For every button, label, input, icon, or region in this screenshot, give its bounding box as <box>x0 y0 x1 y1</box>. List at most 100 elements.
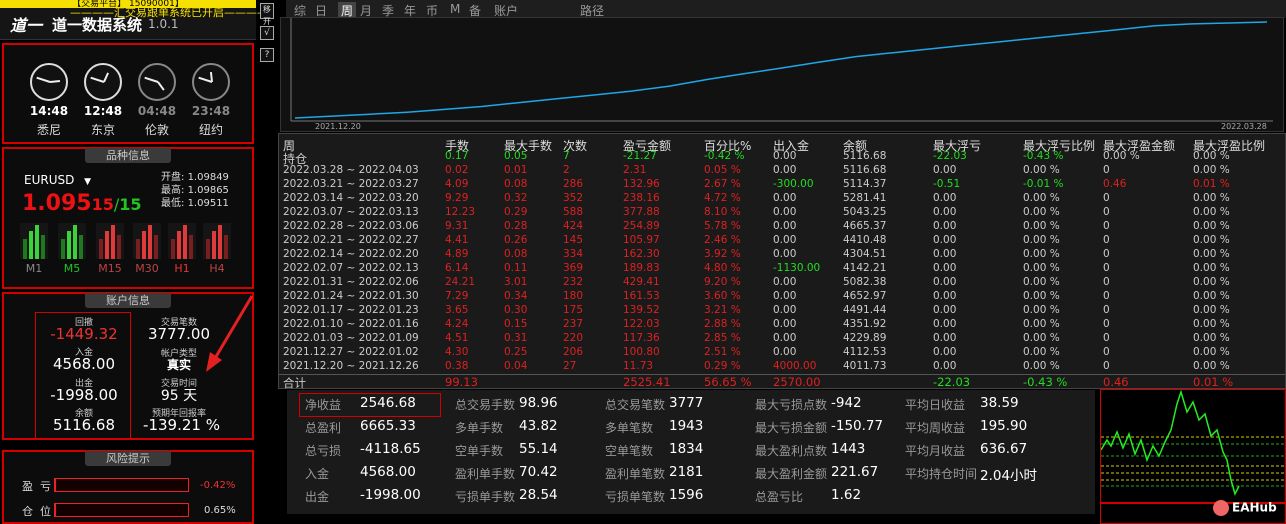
table-cell: 220 <box>563 332 584 344</box>
eahub-icon <box>1213 500 1229 516</box>
table-total-row[interactable]: 合计 99.13 2525.41 56.65 % 2570.00 -22.03 -0.43 … <box>279 374 1285 390</box>
table-cell: 0.00 % <box>1193 234 1230 246</box>
table-cell: 0.00 <box>933 262 957 274</box>
table-row[interactable]: 2021.12.27 ~ 2022.01.02 4.30 0.25 206 100.80… <box>279 346 1285 360</box>
table-cell: 0.00 <box>933 332 957 344</box>
table-cell: 2.51 % <box>704 346 741 358</box>
strength-bar <box>224 235 228 259</box>
table-cell: 0 <box>1103 304 1110 316</box>
table-cell: 5116.68 <box>843 150 887 162</box>
table-cell: 2022.03.07 ~ 2022.03.13 <box>283 206 419 218</box>
drawdown-value: -1449.32 <box>50 325 118 343</box>
table-cell: 3.21 % <box>704 304 741 316</box>
table-cell: 0.00 % <box>1193 360 1230 372</box>
timeframe-label[interactable]: M5 <box>59 262 85 275</box>
timeframe-label[interactable]: H1 <box>169 262 195 275</box>
account-panel-title: 账户信息 <box>85 293 171 308</box>
table-row[interactable]: 2022.01.31 ~ 2022.02.06 24.21 3.01 232 429.4… <box>279 276 1285 290</box>
table-row[interactable]: 2021.12.20 ~ 2021.12.26 0.38 0.04 27 11.73 0.… <box>279 360 1285 374</box>
red-arrow-annotation <box>206 295 254 372</box>
clock-time: 04:48 <box>137 104 177 118</box>
table-cell: 254.89 <box>623 220 660 232</box>
strength-bar <box>154 235 158 259</box>
table-cell: 189.83 <box>623 262 660 274</box>
table-row[interactable]: 2022.01.10 ~ 2022.01.16 4.24 0.15 237 122.03… <box>279 318 1285 332</box>
confirm-button[interactable]: √ <box>260 26 274 40</box>
table-cell: 2022.01.03 ~ 2022.01.09 <box>283 332 419 344</box>
stat-label: 净收益 <box>305 398 342 412</box>
table-row[interactable]: 2022.01.17 ~ 2022.01.23 3.65 0.30 175 139.52… <box>279 304 1285 318</box>
table-cell: 0 <box>1103 332 1110 344</box>
strength-bar <box>206 239 210 259</box>
stat-value: 28.54 <box>519 487 558 503</box>
timeframe-label[interactable]: M30 <box>134 262 160 275</box>
tab-7[interactable]: M <box>450 2 460 16</box>
table-cell: 7.29 <box>445 290 469 302</box>
stat-value: 2.04小时 <box>980 468 1038 484</box>
stat-label: 亏损单笔数 <box>605 490 666 504</box>
position-risk-value: 0.65% <box>204 505 236 516</box>
table-cell: 334 <box>563 248 584 260</box>
table-cell: 99.13 <box>445 375 478 389</box>
timeframe-label[interactable]: M1 <box>21 262 47 275</box>
table-cell: 9.20 % <box>704 276 741 288</box>
table-cell: 0.00 % <box>1193 346 1230 358</box>
table-row[interactable]: 2022.02.07 ~ 2022.02.13 6.14 0.11 369 189.83… <box>279 262 1285 276</box>
table-cell: 0.00 % <box>1193 164 1230 176</box>
stat-value: 1.62 <box>831 487 862 503</box>
table-row[interactable]: 2022.02.14 ~ 2022.02.20 4.89 0.08 334 162.30… <box>279 248 1285 262</box>
low-label: 最低: <box>161 198 185 209</box>
table-cell: -0.43 % <box>1023 150 1064 162</box>
table-cell: 0.31 <box>504 332 528 344</box>
table-cell: 0.30 <box>504 304 528 316</box>
stat-label: 总交易手数 <box>455 398 516 412</box>
move-button[interactable]: 移开 <box>260 3 274 26</box>
table-cell: 0.00 % <box>1193 192 1230 204</box>
table-cell: 0.11 <box>504 262 528 274</box>
strength-bar <box>171 239 175 259</box>
symbol-select[interactable]: EURUSD ▼ <box>24 173 91 187</box>
table-row[interactable]: 2022.01.24 ~ 2022.01.30 7.29 0.34 180 161.53… <box>279 290 1285 304</box>
help-button[interactable]: ? <box>260 48 274 62</box>
table-row[interactable]: 2022.03.21 ~ 2022.03.27 4.09 0.08 286 132.96… <box>279 178 1285 192</box>
table-cell: 0.32 <box>504 192 528 204</box>
table-row[interactable]: 2022.02.28 ~ 2022.03.06 9.31 0.28 424 254.89… <box>279 220 1285 234</box>
price-pips: 15 <box>91 195 114 214</box>
clock-time: 12:48 <box>83 104 123 118</box>
table-cell: 2.31 <box>623 164 647 176</box>
table-cell: 4.89 <box>445 248 469 260</box>
table-row[interactable]: 2022.03.28 ~ 2022.04.03 0.02 0.01 2 2.31 0.05… <box>279 164 1285 178</box>
table-cell: 0.00 <box>933 360 957 372</box>
stat-value: 55.14 <box>519 441 558 457</box>
stat-value: 2546.68 <box>360 395 416 411</box>
table-cell: 2.85 % <box>704 332 741 344</box>
table-cell: 2022.02.21 ~ 2022.02.27 <box>283 234 419 246</box>
table-row[interactable]: 2022.01.03 ~ 2022.01.09 4.51 0.31 220 117.36… <box>279 332 1285 346</box>
stat-value: -942 <box>831 395 862 411</box>
table-cell: 352 <box>563 192 584 204</box>
table-cell: 0.00 % <box>1023 276 1060 288</box>
table-cell: 0.01 <box>504 164 528 176</box>
timeframe-label[interactable]: H4 <box>204 262 230 275</box>
stat-label: 总盈亏比 <box>755 490 804 504</box>
stat-value: 3777 <box>669 395 704 411</box>
strength-bar <box>67 231 71 259</box>
table-cell: 0.00 % <box>1193 262 1230 274</box>
table-cell: 0.00 % <box>1023 206 1060 218</box>
table-row[interactable]: 2022.03.14 ~ 2022.03.20 9.29 0.32 352 238.16… <box>279 192 1285 206</box>
table-cell: 0.05 % <box>704 164 741 176</box>
table-row[interactable]: 2022.03.07 ~ 2022.03.13 12.23 0.29 588 377.8… <box>279 206 1285 220</box>
table-cell: 369 <box>563 262 584 274</box>
table-row[interactable]: 2022.02.21 ~ 2022.02.27 4.41 0.26 145 105.97… <box>279 234 1285 248</box>
chart-x-start-label: 2021.12.20 <box>315 122 361 131</box>
table-cell: 4410.48 <box>843 234 887 246</box>
table-cell: 0 <box>1103 360 1110 372</box>
table-cell: 0.00 <box>773 192 797 204</box>
stat-label: 多单手数 <box>455 421 504 435</box>
table-row[interactable]: 持仓 0.17 0.05 7 -21.27 -0.42 % 0.00 5116.68 -22.0… <box>279 150 1285 166</box>
table-cell: 0.00 <box>773 276 797 288</box>
timeframe-label[interactable]: M15 <box>97 262 123 275</box>
table-cell: 2.67 % <box>704 178 741 190</box>
table-cell: 0.46 <box>1103 375 1129 389</box>
table-cell: 4652.97 <box>843 290 887 302</box>
